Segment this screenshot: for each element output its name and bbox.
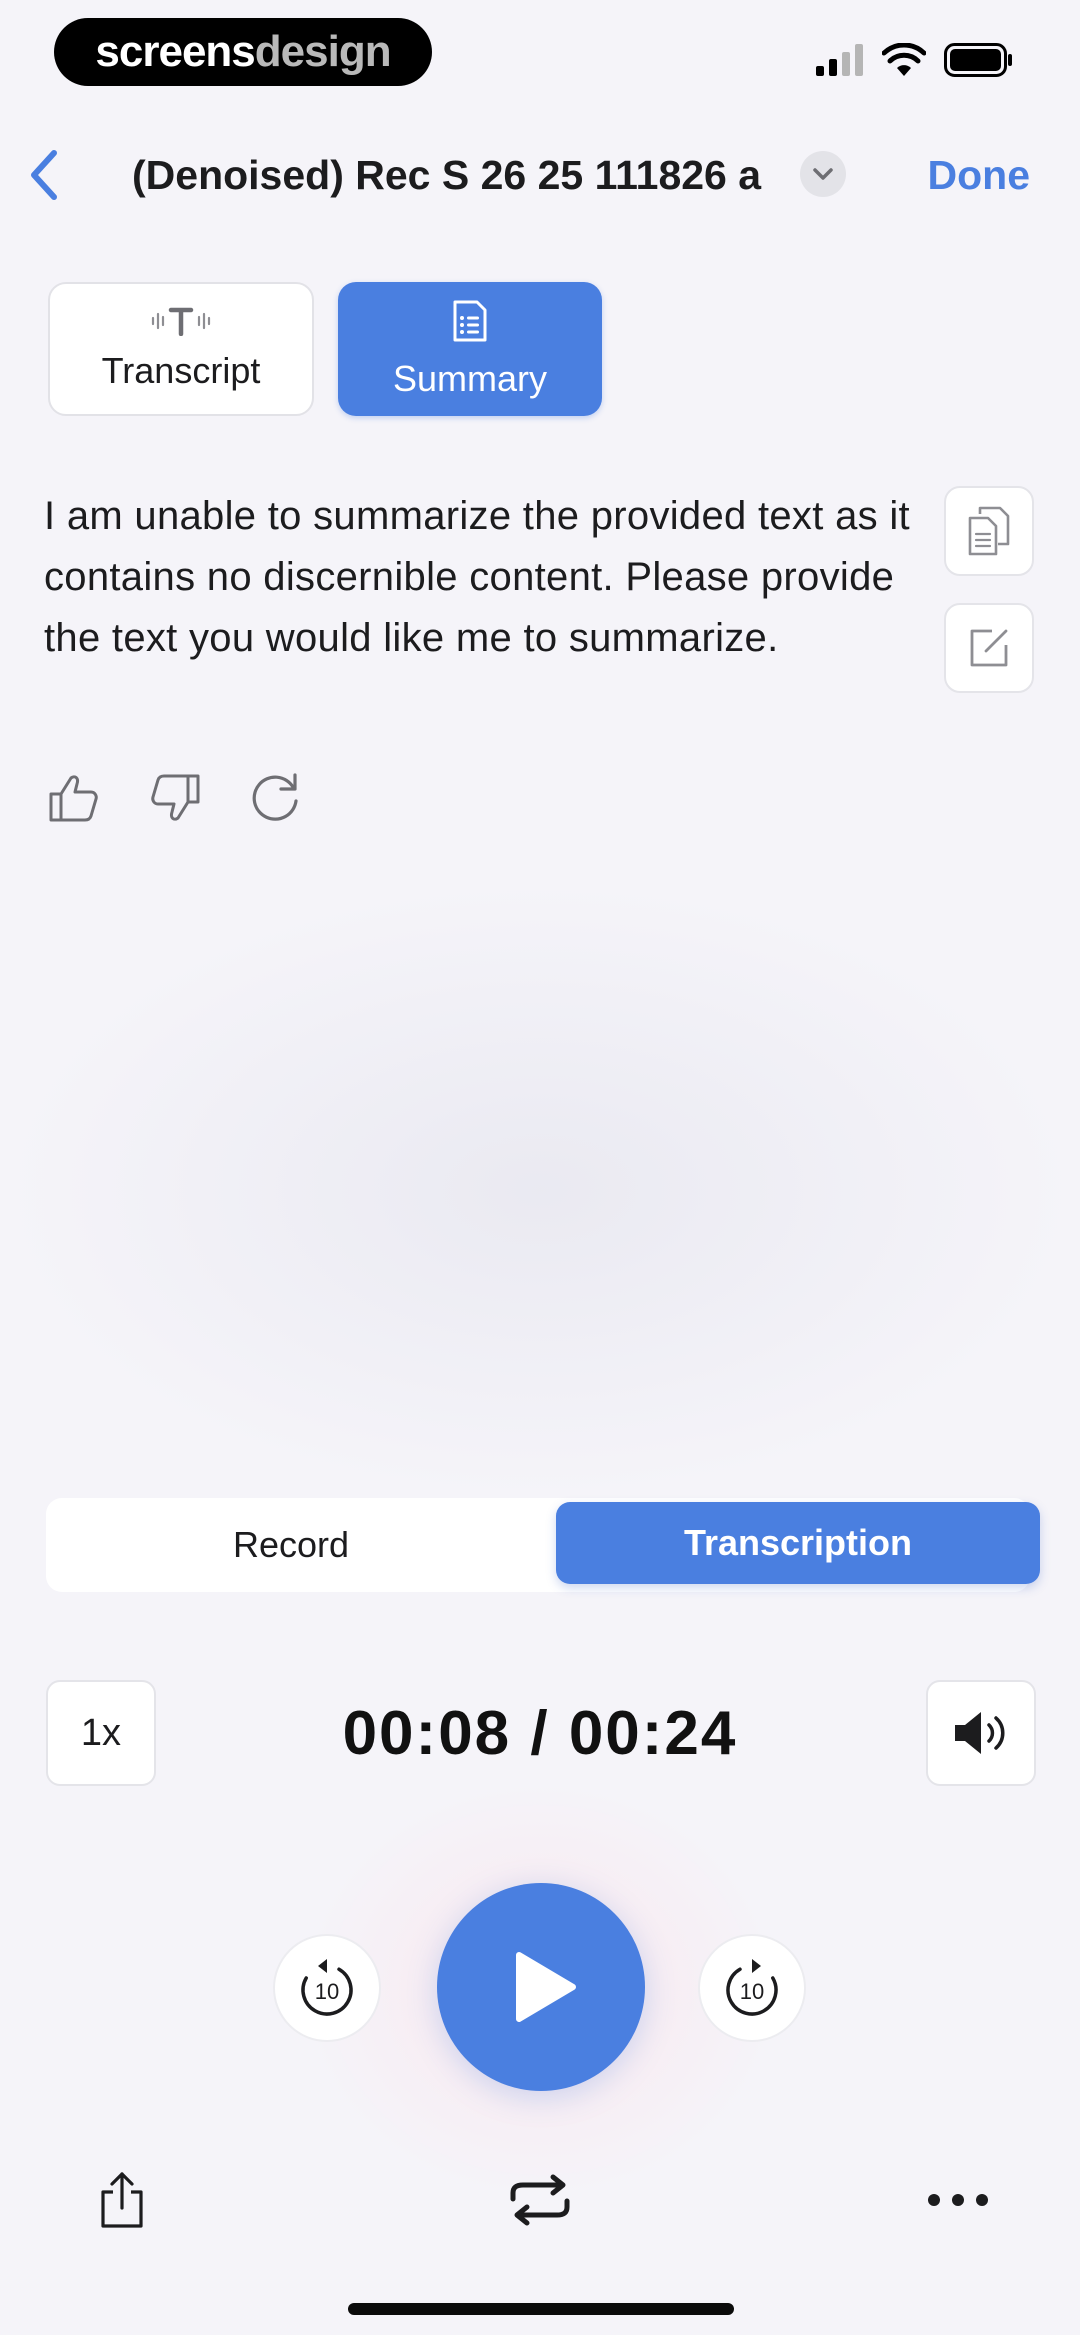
chevron-left-icon xyxy=(31,150,57,200)
segment-transcription[interactable]: Transcription xyxy=(556,1502,1040,1584)
play-button[interactable] xyxy=(437,1883,645,2091)
brand-part-1: screens xyxy=(95,27,255,76)
regenerate-button[interactable] xyxy=(248,770,304,826)
thumbs-up-icon xyxy=(49,775,98,822)
wifi-icon xyxy=(882,43,926,76)
thumbs-down-icon xyxy=(151,774,200,821)
title-menu-button[interactable] xyxy=(800,151,846,197)
feedback-actions xyxy=(46,770,304,826)
tab-summary[interactable]: Summary xyxy=(338,282,602,416)
skip-back-button[interactable]: 10 xyxy=(273,1934,381,2042)
thumbs-down-button[interactable] xyxy=(147,770,203,826)
thumbs-up-button[interactable] xyxy=(46,770,102,826)
volume-button[interactable] xyxy=(926,1680,1036,1786)
tab-summary-label: Summary xyxy=(392,358,548,399)
playback-time: 00:08 / 00:24 xyxy=(342,1698,738,1768)
skip-forward-10-icon: 10 xyxy=(726,1959,778,2016)
more-icon xyxy=(928,2194,988,2206)
speaker-icon xyxy=(955,1712,1005,1754)
refresh-icon xyxy=(252,773,298,821)
battery-icon xyxy=(944,43,1012,77)
segment-record[interactable]: Record xyxy=(46,1498,536,1592)
skip-forward-seconds: 10 xyxy=(740,1979,764,2004)
back-button[interactable] xyxy=(28,140,72,210)
tab-transcript[interactable]: Transcript xyxy=(48,282,314,416)
brand-badge: screens design xyxy=(54,18,432,86)
skip-back-seconds: 10 xyxy=(315,1979,339,2004)
mode-segmented-control: Record Transcription xyxy=(46,1498,1040,1592)
document-list-icon xyxy=(453,300,487,342)
recording-title: (Denoised) Rec S 26 25 111826 a xyxy=(132,151,762,198)
cellular-signal-icon xyxy=(816,44,863,76)
brand-part-2: design xyxy=(254,27,392,76)
chevron-down-icon xyxy=(813,168,833,180)
skip-forward-button[interactable]: 10 xyxy=(698,1934,806,2042)
copy-button[interactable] xyxy=(944,486,1034,576)
more-button[interactable] xyxy=(918,2165,998,2235)
tab-transcript-label: Transcript xyxy=(101,350,261,391)
share-icon xyxy=(101,2172,143,2228)
copy-icon xyxy=(968,506,1010,556)
edit-button[interactable] xyxy=(944,603,1034,693)
repeat-icon xyxy=(510,2174,570,2226)
summary-text: I am unable to summarize the provided te… xyxy=(44,494,910,660)
share-button[interactable] xyxy=(82,2165,162,2235)
home-indicator[interactable] xyxy=(348,2303,734,2315)
edit-icon xyxy=(970,629,1008,667)
skip-back-10-icon: 10 xyxy=(301,1959,353,2016)
playback-speed-button[interactable]: 1x xyxy=(46,1680,156,1786)
background-glow xyxy=(0,880,1080,1500)
status-bar-icons xyxy=(816,40,1014,80)
repeat-button[interactable] xyxy=(500,2165,580,2235)
play-icon xyxy=(516,1952,576,2022)
waveform-text-icon xyxy=(151,307,211,336)
done-button[interactable]: Done xyxy=(928,146,1031,204)
